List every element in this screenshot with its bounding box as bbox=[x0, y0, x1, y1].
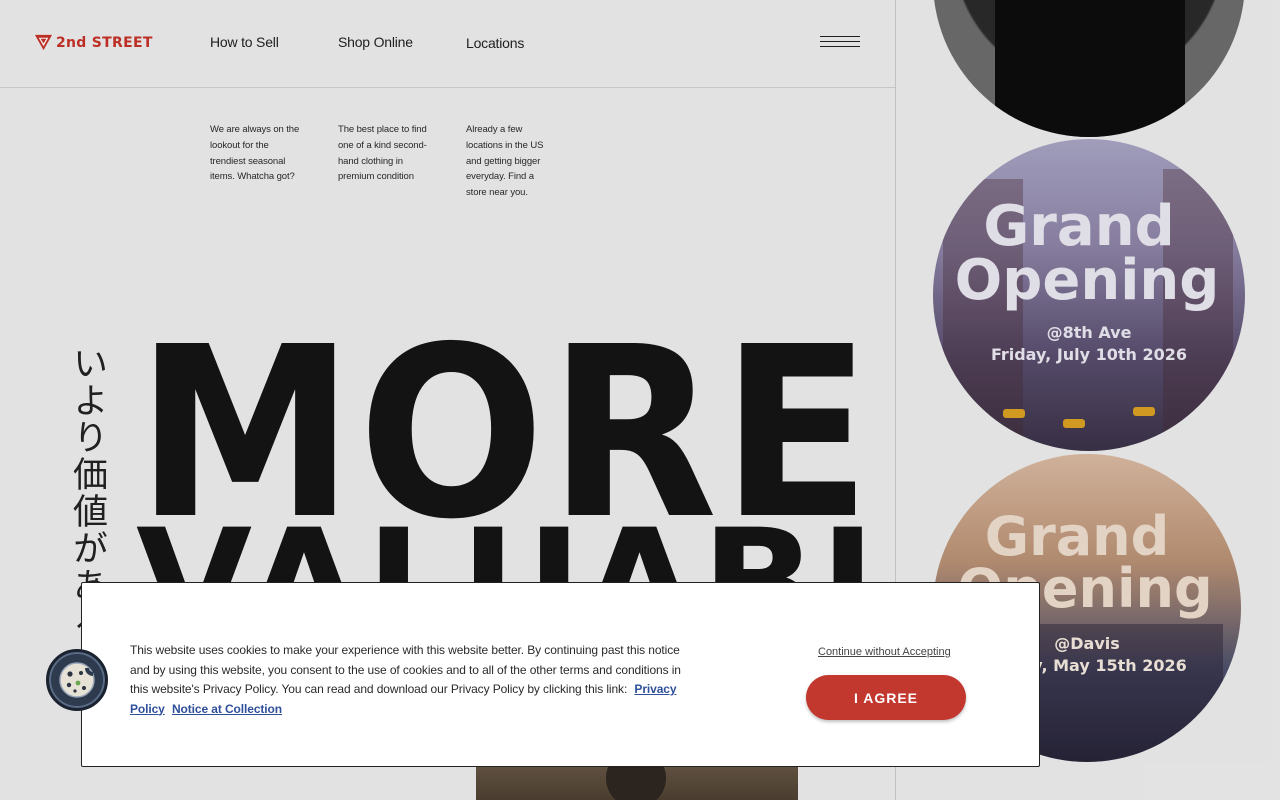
agree-button[interactable]: I AGREE bbox=[806, 675, 966, 720]
cookie-notice: This website uses cookies to make your e… bbox=[130, 641, 690, 719]
cookie-icon bbox=[59, 662, 95, 698]
cookie-preferences-button[interactable] bbox=[46, 649, 108, 711]
continue-without-accepting-link[interactable]: Continue without Accepting bbox=[818, 646, 951, 658]
notice-at-collection-link[interactable]: Notice at Collection bbox=[172, 702, 282, 716]
cookie-banner: This website uses cookies to make your e… bbox=[81, 582, 1040, 767]
cookie-notice-text: This website uses cookies to make your e… bbox=[130, 643, 681, 696]
